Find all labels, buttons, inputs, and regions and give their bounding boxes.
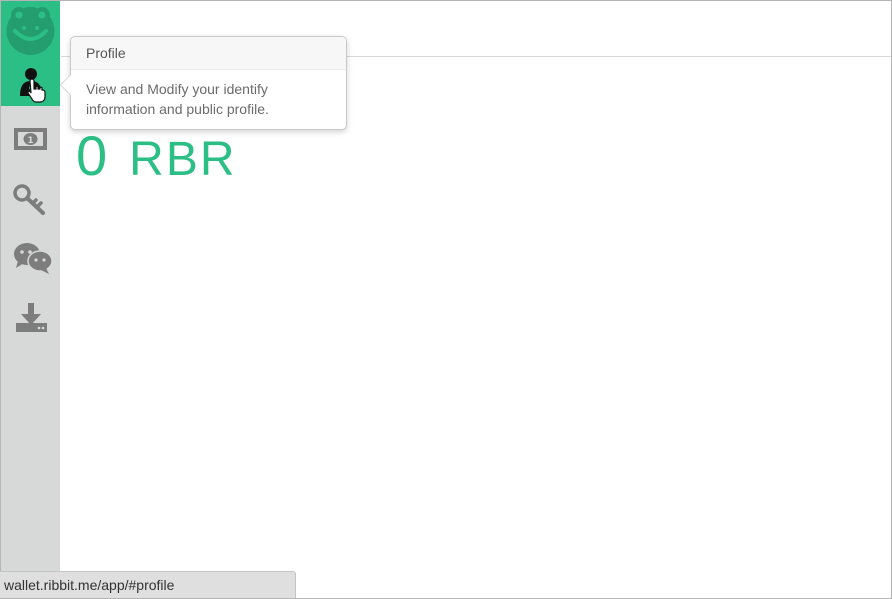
banknote-icon: 1	[14, 128, 47, 150]
status-bar-url: wallet.ribbit.me/app/#profile	[0, 571, 296, 598]
logo[interactable]	[1, 1, 60, 59]
sidebar: 1	[1, 1, 60, 598]
balance-amount: 0	[76, 124, 110, 187]
svg-text:1: 1	[27, 136, 33, 146]
profile-tooltip: Profile View and Modify your identify in…	[60, 36, 347, 130]
balance-display: 0 RBR	[76, 124, 237, 187]
chat-icon	[14, 243, 53, 274]
sidebar-item-chat[interactable]	[1, 233, 60, 279]
ribbit-frog-logo-icon	[6, 7, 55, 55]
sidebar-item-profile[interactable]	[1, 59, 60, 106]
sidebar-item-keys[interactable]	[1, 173, 60, 219]
key-icon	[13, 184, 45, 215]
tooltip-title: Profile	[71, 37, 346, 70]
balance-unit: RBR	[129, 133, 237, 186]
tooltip-body: View and Modify your identify informatio…	[86, 81, 269, 117]
download-icon	[16, 303, 47, 332]
sidebar-item-money[interactable]: 1	[1, 113, 60, 159]
sidebar-item-download[interactable]	[1, 293, 60, 339]
pointer-cursor-icon	[27, 78, 46, 103]
